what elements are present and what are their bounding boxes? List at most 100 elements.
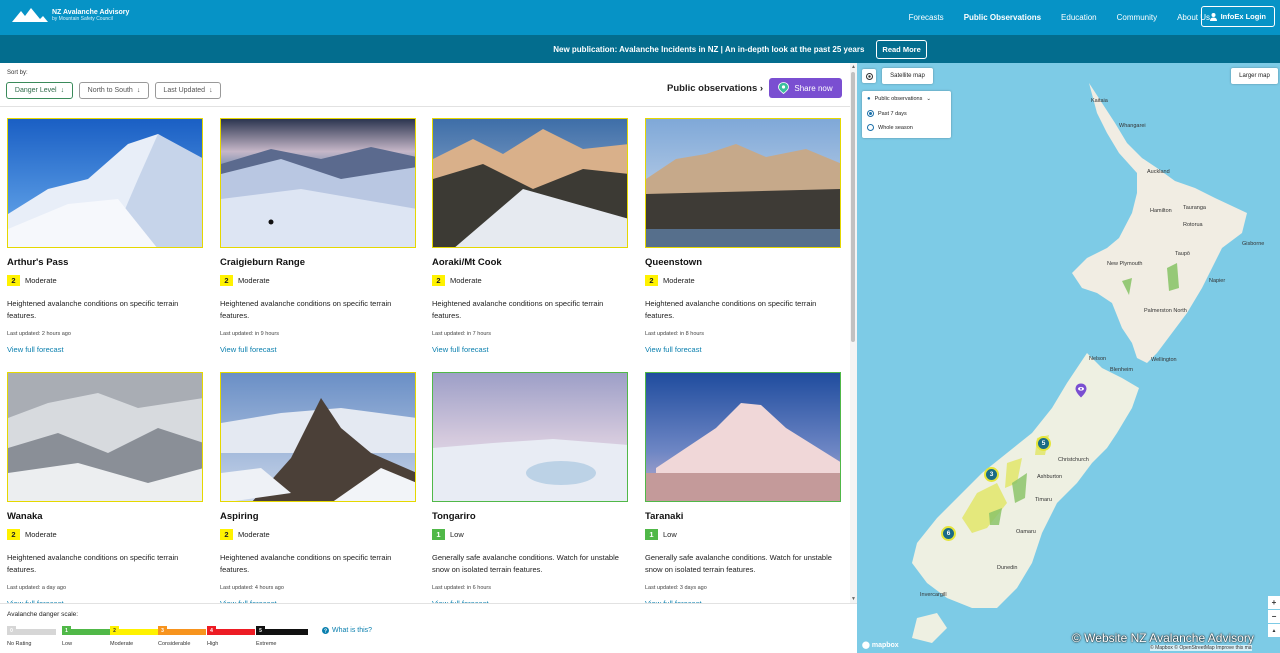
danger-scale-title: Avalanche danger scale: [7, 611, 79, 618]
view-forecast-link[interactable]: View full forecast [220, 345, 416, 354]
card-description: Heightened avalanche conditions on speci… [432, 299, 604, 320]
forecast-card-craigieburn[interactable]: Craigieburn Range 2 Moderate Heightened … [220, 118, 416, 354]
sort-north-south-label: North to South [87, 87, 133, 94]
user-icon [1209, 12, 1217, 21]
view-forecast-link[interactable]: View full forecast [7, 345, 203, 354]
region-photo[interactable] [7, 118, 203, 248]
infoex-login-label: InfoEx Login [1220, 12, 1266, 21]
observation-marker-icon[interactable] [1075, 383, 1087, 403]
layer-option-past-7-days[interactable]: Past 7 days [867, 110, 907, 117]
place-label: Christchurch [1058, 457, 1089, 463]
nav-public-observations[interactable]: Public Observations [964, 13, 1041, 22]
mapbox-logo-text: mapbox [871, 641, 899, 649]
forecast-card-aoraki[interactable]: Aoraki/Mt Cook 2 Moderate Heightened ava… [432, 118, 628, 354]
danger-rating: 2 Moderate [432, 275, 628, 286]
larger-map-button[interactable]: Larger map [1231, 68, 1278, 84]
place-label: Hamilton [1150, 208, 1172, 214]
danger-rating: 2 Moderate [7, 275, 203, 286]
zoom-in-button[interactable]: + [1268, 596, 1280, 609]
place-label: Oamaru [1016, 529, 1036, 535]
observations-map[interactable]: Satellite map Larger map ● Public observ… [857, 63, 1280, 653]
infoex-login-button[interactable]: InfoEx Login [1200, 6, 1275, 27]
layer-option-label: Past 7 days [878, 110, 907, 117]
public-observations-link[interactable]: Public observations › [667, 83, 763, 94]
forecast-card-taranaki[interactable]: Taranaki 1 Low Generally safe avalanche … [645, 372, 841, 608]
mapbox-icon: ⬤ [862, 642, 870, 649]
observation-cluster[interactable]: 6 [941, 526, 956, 541]
crosshair-icon [865, 72, 873, 80]
geolocate-button[interactable] [862, 69, 876, 83]
region-photo[interactable] [7, 372, 203, 502]
scroll-down-icon[interactable]: ▼ [851, 596, 856, 602]
danger-level-badge: 2 [7, 275, 20, 286]
place-label: Rotorua [1183, 222, 1203, 228]
danger-level-label: Moderate [450, 276, 482, 285]
scroll-thumb[interactable] [851, 72, 855, 342]
arrow-down-icon: ↓ [60, 87, 65, 94]
place-label: Nelson [1089, 356, 1107, 362]
site-logo[interactable]: NZ Avalanche Advisory by Mountain Safety… [12, 7, 129, 23]
radio-selected-icon[interactable] [867, 110, 874, 117]
place-label: Wellington [1151, 357, 1177, 363]
view-forecast-link[interactable]: View full forecast [432, 345, 628, 354]
place-label: Palmerston North [1144, 308, 1187, 314]
region-photo[interactable] [432, 372, 628, 502]
view-forecast-link[interactable]: View full forecast [645, 345, 841, 354]
map-attribution[interactable]: © Mapbox © OpenStreetMap Improve this ma [1150, 645, 1252, 651]
card-title: Queenstown [645, 257, 703, 268]
card-updated: Last updated: 3 days ago [645, 585, 707, 591]
card-description: Generally safe avalanche conditions. Wat… [645, 553, 832, 574]
read-more-button[interactable]: Read More [876, 39, 927, 59]
scale-num-2: 2 [110, 626, 119, 635]
place-label: Timaru [1035, 497, 1052, 503]
nav-education[interactable]: Education [1061, 13, 1097, 22]
danger-level-label: Moderate [25, 530, 57, 539]
list-scrollbar[interactable]: ▲ ▼ [850, 63, 857, 603]
forecast-card-aspiring[interactable]: Aspiring 2 Moderate Heightened avalanche… [220, 372, 416, 608]
what-is-this-link[interactable]: ? What is this? [322, 627, 372, 634]
region-photo[interactable] [220, 118, 416, 248]
forecast-card-wanaka[interactable]: Wanaka 2 Moderate Heightened avalanche c… [7, 372, 203, 608]
layer-option-whole-season[interactable]: Whole season [867, 124, 913, 131]
card-updated: Last updated: 2 hours ago [7, 331, 71, 337]
nav-forecasts[interactable]: Forecasts [909, 13, 944, 22]
card-description: Heightened avalanche conditions on speci… [220, 299, 392, 320]
region-photo[interactable] [220, 372, 416, 502]
radio-unselected-icon[interactable] [867, 124, 874, 131]
scale-num-0: 0 [7, 626, 16, 635]
danger-rating: 2 Moderate [7, 529, 203, 540]
region-photo[interactable] [645, 118, 841, 248]
card-title: Wanaka [7, 511, 43, 522]
scale-label-1: Low [62, 641, 73, 647]
nz-map-canvas[interactable] [857, 63, 1280, 653]
what-is-this-label: What is this? [332, 627, 373, 634]
compass-button[interactable]: ▲ [1268, 624, 1280, 637]
forecast-card-tongariro[interactable]: Tongariro 1 Low Generally safe avalanche… [432, 372, 628, 608]
danger-rating: 2 Moderate [220, 529, 416, 540]
region-photo[interactable] [432, 118, 628, 248]
mapbox-logo[interactable]: ⬤ mapbox [862, 641, 899, 650]
zoom-out-button[interactable]: − [1268, 610, 1280, 623]
danger-rating: 2 Moderate [220, 275, 416, 286]
forecast-card-arthurs-pass[interactable]: Arthur's Pass 2 Moderate Heightened aval… [7, 118, 203, 354]
scale-label-4: High [207, 641, 219, 647]
nav-community[interactable]: Community [1117, 13, 1157, 22]
card-updated: Last updated: in 8 hours [645, 331, 705, 337]
card-title: Aspiring [220, 511, 259, 522]
share-now-button[interactable]: Share now [769, 78, 842, 98]
layer-dropdown[interactable]: ● Public observations ⌄ [867, 96, 931, 102]
sort-last-updated-button[interactable]: Last Updated ↓ [155, 82, 221, 99]
danger-level-badge: 2 [432, 275, 445, 286]
region-photo[interactable] [645, 372, 841, 502]
place-label: Auckland [1147, 169, 1170, 175]
observation-cluster[interactable]: 3 [984, 467, 999, 482]
satellite-map-button[interactable]: Satellite map [882, 68, 933, 84]
sort-north-south-button[interactable]: North to South ↓ [79, 82, 149, 99]
card-title: Arthur's Pass [7, 257, 69, 268]
danger-level-label: Moderate [663, 276, 695, 285]
scroll-up-icon[interactable]: ▲ [851, 64, 856, 70]
divider [0, 106, 850, 107]
observation-cluster[interactable]: 5 [1036, 436, 1051, 451]
sort-danger-level-button[interactable]: Danger Level ↓ [6, 82, 73, 99]
forecast-card-queenstown[interactable]: Queenstown 2 Moderate Heightened avalanc… [645, 118, 841, 354]
